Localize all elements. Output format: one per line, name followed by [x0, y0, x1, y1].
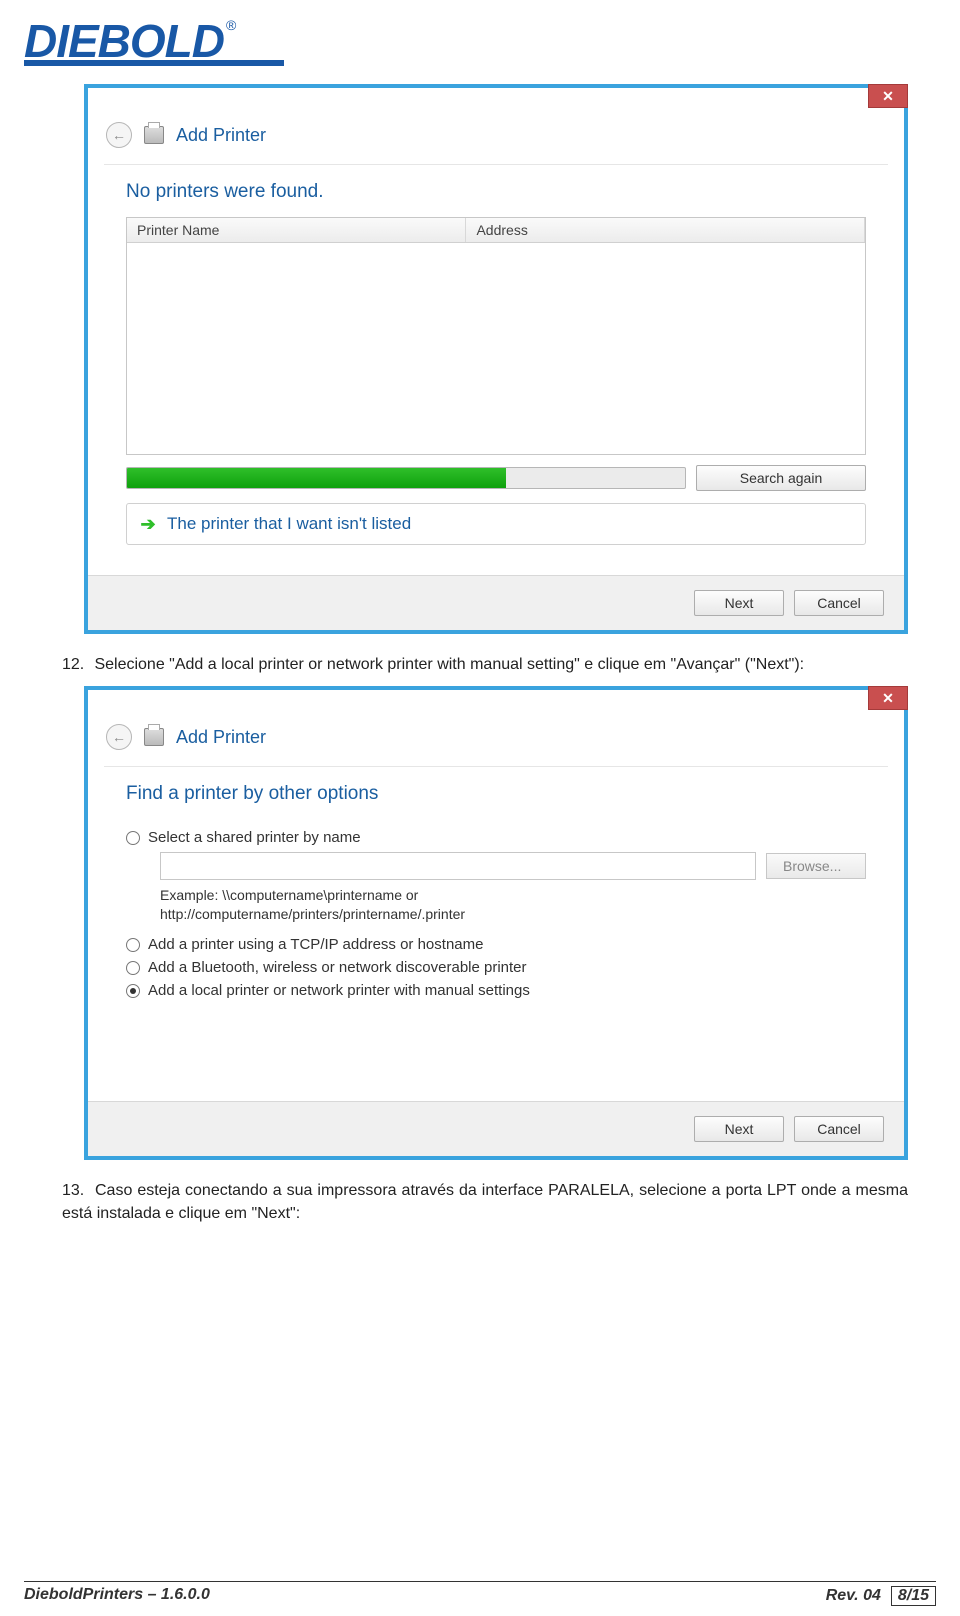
step-12-number: 12. [62, 654, 90, 676]
next-button[interactable]: Next [694, 1116, 784, 1142]
radio-icon [126, 938, 140, 952]
footer-rev: Rev. 04 [826, 1587, 881, 1605]
dialog-footer: Next Cancel [88, 1101, 904, 1156]
arrow-left-icon: ← [112, 127, 126, 143]
step-13-number: 13. [62, 1180, 90, 1202]
radio-checked-icon [126, 984, 140, 998]
option-tcpip[interactable]: Add a printer using a TCP/IP address or … [126, 936, 866, 953]
dialog-body: Find a printer by other options Select a… [104, 766, 888, 1021]
option-local-label: Add a local printer or network printer w… [148, 982, 530, 999]
radio-icon [126, 831, 140, 845]
example-line-1: Example: \\computername\printername or [160, 887, 418, 903]
step-12-body: Selecione "Add a local printer or networ… [94, 656, 804, 673]
search-again-button[interactable]: Search again [696, 465, 866, 491]
printer-list[interactable]: Printer Name Address [126, 217, 866, 455]
dialog-title: Add Printer [176, 125, 266, 146]
no-printers-heading: No printers were found. [126, 181, 866, 203]
brand-logo: DIEBOLD® [24, 18, 235, 64]
printer-icon [144, 728, 164, 746]
search-progress-row: Search again [126, 465, 866, 491]
cancel-button[interactable]: Cancel [794, 590, 884, 616]
step-13-text: 13. Caso esteja conectando a sua impress… [62, 1180, 908, 1225]
find-printer-heading: Find a printer by other options [126, 783, 866, 805]
option-shared-label: Select a shared printer by name [148, 829, 361, 846]
back-button[interactable]: ← [106, 122, 132, 148]
arrow-right-icon: ➔ [139, 515, 157, 533]
footer-rule [24, 1581, 936, 1582]
dialog-header: ← Add Printer [88, 122, 904, 156]
option-bluetooth-label: Add a Bluetooth, wireless or network dis… [148, 959, 527, 976]
not-listed-label: The printer that I want isn't listed [167, 514, 411, 534]
page-footer: DieboldPrinters – 1.6.0.0 Rev. 04 8/15 [24, 1581, 936, 1606]
arrow-left-icon: ← [112, 729, 126, 745]
printer-not-listed-link[interactable]: ➔ The printer that I want isn't listed [126, 503, 866, 545]
step-12-text: 12. Selecione "Add a local printer or ne… [62, 654, 908, 676]
example-line-2: http://computername/printers/printername… [160, 906, 465, 922]
option-tcpip-label: Add a printer using a TCP/IP address or … [148, 936, 483, 953]
close-button[interactable]: ✕ [868, 686, 908, 710]
footer-left: DieboldPrinters – 1.6.0.0 [24, 1586, 210, 1606]
dialog-title: Add Printer [176, 727, 266, 748]
titlebar: ✕ [88, 88, 904, 122]
search-progress [126, 467, 686, 489]
radio-icon [126, 961, 140, 975]
col-address[interactable]: Address [466, 218, 865, 242]
footer-row: DieboldPrinters – 1.6.0.0 Rev. 04 8/15 [24, 1586, 936, 1606]
dialog-body: No printers were found. Printer Name Add… [104, 164, 888, 561]
option-bluetooth[interactable]: Add a Bluetooth, wireless or network dis… [126, 959, 866, 976]
add-printer-dialog-1: ✕ ← Add Printer No printers were found. … [84, 84, 908, 634]
browse-button[interactable]: Browse... [766, 853, 866, 879]
cancel-button[interactable]: Cancel [794, 1116, 884, 1142]
back-button[interactable]: ← [106, 724, 132, 750]
list-header: Printer Name Address [127, 218, 865, 243]
shared-printer-row: Browse... [160, 852, 866, 880]
option-shared-printer[interactable]: Select a shared printer by name [126, 829, 866, 846]
close-button[interactable]: ✕ [868, 84, 908, 108]
add-printer-dialog-2: ✕ ← Add Printer Find a printer by other … [84, 686, 908, 1160]
step-13-body: Caso esteja conectando a sua impressora … [62, 1182, 908, 1221]
dialog-footer: Next Cancel [88, 575, 904, 630]
col-printer-name[interactable]: Printer Name [127, 218, 466, 242]
option-local-printer[interactable]: Add a local printer or network printer w… [126, 982, 866, 999]
close-icon: ✕ [882, 690, 894, 707]
footer-right: Rev. 04 8/15 [826, 1586, 936, 1606]
registered-mark: ® [226, 17, 235, 33]
progress-fill [127, 468, 506, 488]
options-block: Select a shared printer by name Browse..… [126, 829, 866, 999]
close-icon: ✕ [882, 88, 894, 105]
printer-icon [144, 126, 164, 144]
dialog-header: ← Add Printer [88, 724, 904, 758]
example-text: Example: \\computername\printername or h… [160, 886, 866, 924]
logo-text: DIEBOLD [24, 15, 224, 67]
titlebar: ✕ [88, 690, 904, 724]
footer-page: 8/15 [891, 1586, 936, 1606]
next-button[interactable]: Next [694, 590, 784, 616]
shared-printer-input[interactable] [160, 852, 756, 880]
